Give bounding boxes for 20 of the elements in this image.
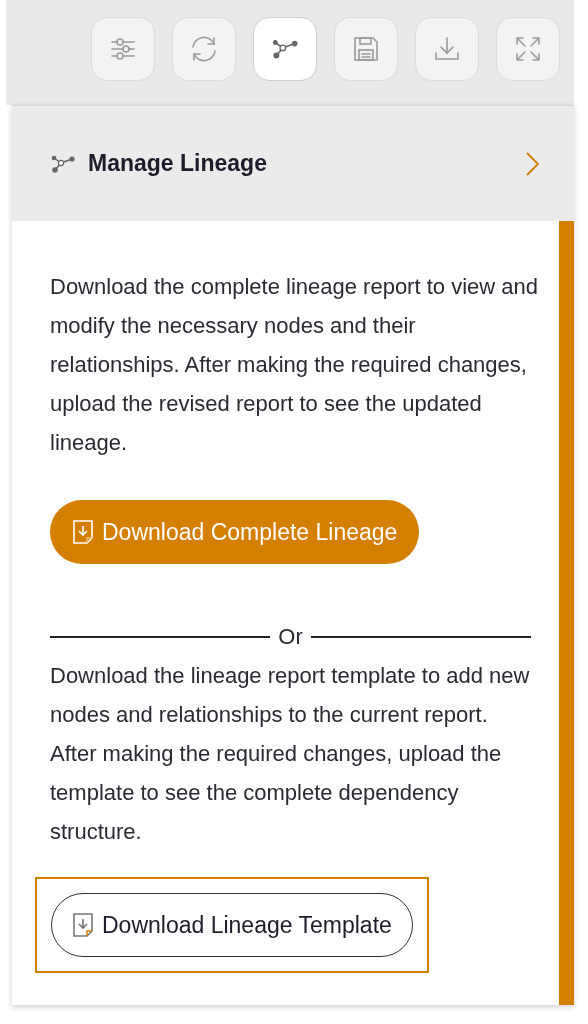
- intro-text: Download the complete lineage report to view and modify the necessary nodes and their relationships. After making the required changes, upload the revised report to see the updated lineage.: [50, 273, 539, 457]
- download-template-button[interactable]: Download Lineage Template: [51, 893, 413, 957]
- sliders-icon: [109, 35, 137, 63]
- file-download-icon: [72, 912, 94, 938]
- toolbar-button[interactable]: [172, 17, 236, 81]
- template-text: Download the lineage report template to add new nodes and relationships to the current report. After making the required changes, upload the template to see the complete dependency structure.: [50, 662, 531, 846]
- expand-icon: [514, 35, 542, 63]
- divider-label: Or: [278, 624, 303, 650]
- download-icon: [433, 35, 461, 63]
- toolbar-button[interactable]: [253, 17, 317, 81]
- nodes-icon: [50, 153, 76, 174]
- toolbar-button[interactable]: [415, 17, 479, 81]
- panel-title: Manage Lineage: [88, 150, 268, 177]
- chevron-right-icon: [524, 150, 540, 177]
- toolbar-button[interactable]: [334, 17, 398, 81]
- panel-header[interactable]: Manage Lineage: [12, 106, 574, 221]
- scroll-bar[interactable]: [559, 221, 574, 1005]
- toolbar-button[interactable]: [496, 17, 560, 81]
- file-download-icon: [72, 519, 94, 545]
- toolbar-button[interactable]: [91, 17, 155, 81]
